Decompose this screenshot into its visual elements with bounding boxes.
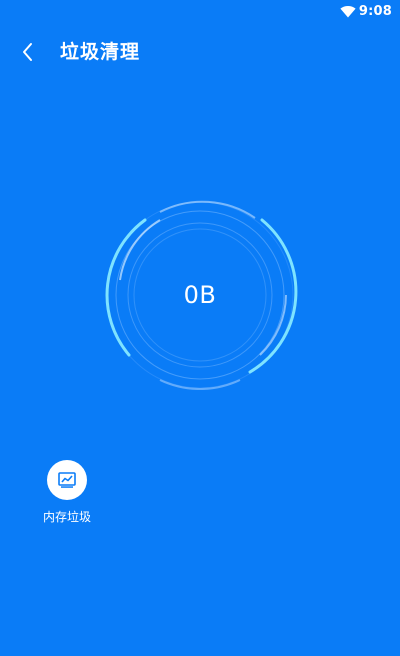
scan-ring: 0B [100,200,300,390]
wifi-icon [340,5,356,18]
category-label: 内存垃圾 [42,510,91,524]
chevron-left-icon [23,43,32,61]
back-button[interactable] [14,38,42,66]
app-bar: 垃圾清理 [0,24,400,80]
category-memory-junk[interactable]: 内存垃圾 [36,460,98,525]
status-bar: 9:08 [0,0,400,24]
category-icon-circle [47,460,87,500]
memory-chart-icon [58,472,76,488]
page-title: 垃圾清理 [60,41,141,63]
scan-size-value: 0B [183,281,217,309]
status-time: 9:08 [358,4,392,19]
